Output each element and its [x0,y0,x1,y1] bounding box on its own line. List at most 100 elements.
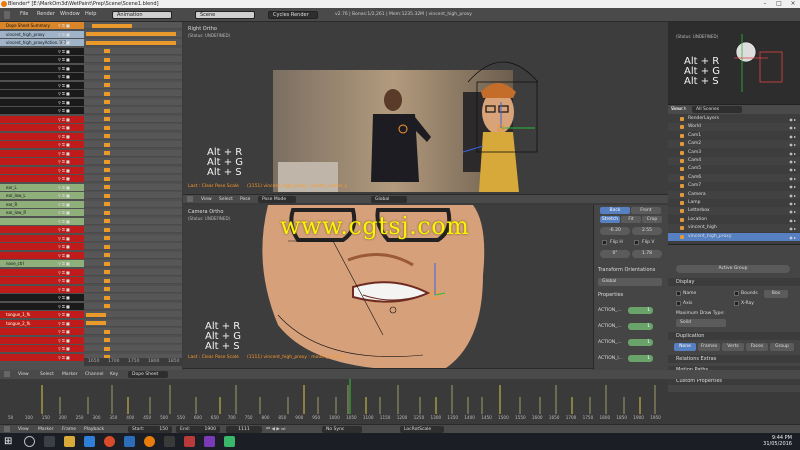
dup-faces-button[interactable]: Faces [746,343,768,351]
chrome-icon[interactable] [104,436,115,447]
editor-type-icon[interactable] [187,196,193,202]
channel-toggle-icons[interactable]: ⚲⚿■ [58,192,84,199]
viewport-camera-small[interactable]: (Status: UNDEFINED) Alt + R Alt + G Alt … [668,22,800,104]
draw-type-select[interactable]: Solid [676,319,726,327]
render-engine-select[interactable]: Cycles Render [268,11,318,19]
outliner-item[interactable]: Lamp ◉ ▸ [668,199,800,207]
end-frame-field[interactable]: End: 1900 [176,426,220,433]
channel-keyframes[interactable] [84,294,182,301]
active-group-field[interactable]: Active Group [676,265,790,273]
channel-toggle-icons[interactable]: ⚲⚿■ [58,320,84,327]
channel-keyframes[interactable] [84,311,182,318]
keyframe-hold-bar[interactable] [104,66,110,70]
dup-frames-button[interactable]: Frames [698,343,720,351]
menu-view[interactable]: View [18,426,29,433]
edge-browser-icon[interactable] [84,436,95,447]
orientation-select[interactable]: Global [598,278,662,286]
channel-keyframes[interactable] [84,175,182,182]
channel-keyframes[interactable] [84,124,182,131]
action-slider[interactable]: 1 [628,307,653,314]
playback-controls[interactable]: ⏮ ◀ ▶ ⏭ [266,426,285,433]
keying-set-select[interactable]: LocRotScale [400,426,444,433]
channel-keyframes[interactable] [84,115,182,123]
channel-keyframes[interactable] [84,209,182,216]
properties-header[interactable]: Properties [598,292,623,298]
task-view-icon[interactable] [44,436,55,447]
keyframe-hold-bar[interactable] [104,74,110,79]
keyframe-hold-bar[interactable] [104,134,110,138]
screen-layout-select[interactable]: Animation [112,11,172,19]
channel-toggle-icons[interactable]: ⚲⚿■ [58,209,84,216]
keyframe-hold-bar[interactable] [104,253,110,257]
dopesheet-mode-select[interactable]: Dope Sheet [128,371,168,378]
channel-keyframes[interactable] [84,260,182,267]
outliner-item[interactable]: vincent_high_proxy ◉ ▸ [668,232,800,242]
channel-keyframes[interactable] [84,345,182,352]
channel-keyframes[interactable] [84,226,182,233]
channel-keyframes[interactable] [84,47,182,55]
outliner-item[interactable]: vincent_high ◉ ▸ [668,224,800,233]
name-checkbox[interactable] [676,291,681,296]
app-icon[interactable] [224,436,235,447]
menu-marker[interactable]: Marker [62,371,78,378]
channel-keyframes[interactable] [84,158,182,165]
editor-type-icon[interactable] [4,371,10,377]
editor-type-icon[interactable] [4,426,10,432]
channel-toggle-icons[interactable]: ⚲⚿■ [58,31,84,38]
channel-keyframes[interactable] [84,268,182,276]
start-frame-field[interactable]: Start: 150 [128,426,172,433]
keyframe-hold-bar[interactable] [104,151,110,155]
visibility-toggle-icon[interactable]: ◉ ▸ [789,234,796,242]
axis-checkbox[interactable] [676,301,681,306]
keyframe-hold-bar[interactable] [104,83,110,87]
app-icon[interactable] [204,436,215,447]
outliner-item[interactable]: Cam2 ◉ ▸ [668,140,800,149]
channel-toggle-icons[interactable]: ⚲⚿■ [58,226,84,233]
crop-button[interactable]: Crop [642,216,662,223]
channel-keyframes[interactable] [84,81,182,89]
transform-orientation-select[interactable]: Global [371,196,407,203]
channel-toggle-icons[interactable]: ⚲⚿■ [58,158,84,165]
menu-select[interactable]: Select [40,371,54,378]
keyframe-hold-bar[interactable] [104,244,110,249]
blender-taskbar-icon[interactable] [144,436,155,447]
channel-toggle-icons[interactable]: ⚲⚿■ [58,252,84,259]
menu-view[interactable]: View [18,371,29,378]
keyframe-hold-bar[interactable] [104,278,110,283]
menu-channel[interactable]: Channel [85,371,103,378]
keyframe-hold-bar[interactable] [104,202,110,206]
keyframe-hold-bar[interactable] [104,329,110,334]
menu-frame[interactable]: Frame [62,426,76,433]
keyframe-hold-bar[interactable] [104,159,110,164]
dup-verts-button[interactable]: Verts [722,343,744,351]
transform-orientations-header[interactable]: Transform Orientations [598,267,655,273]
channel-toggle-icons[interactable]: ⚲⚿■ [58,184,84,191]
keyframe-hold-bar[interactable] [104,125,110,130]
sync-select[interactable]: No Sync [322,426,362,433]
outliner-item[interactable]: Cam3 ◉ ▸ [668,149,800,157]
channel-toggle-icons[interactable]: ⚲⚿■ [58,260,84,267]
keyframe-hold-bar[interactable] [104,91,110,96]
fit-button[interactable]: Fit [621,216,641,223]
menu-playback[interactable]: Playback [84,426,104,433]
duplication-section-header[interactable]: Duplication [668,332,800,340]
mode-select[interactable]: Pose Mode [258,196,296,203]
channel-keyframes[interactable] [84,328,182,335]
channel-keyframes[interactable] [84,149,182,157]
outliner[interactable]: View Search All Scenes RenderLayers ◉ ▸ Wo… [668,104,800,244]
keyframe-hold-bar[interactable] [104,304,110,308]
keyframe-hold-bar[interactable] [104,236,110,240]
channel-keyframes[interactable] [84,132,182,140]
outliner-item[interactable]: World ◉ ▸ [668,123,800,132]
xray-checkbox[interactable] [734,301,739,306]
channel-toggle-icons[interactable]: ⚲⚿■ [58,39,84,46]
dup-group-button[interactable]: Group [770,343,794,351]
channel-toggle-icons[interactable]: ⚲⚿■ [58,269,84,276]
editor-type-icon[interactable] [4,11,10,19]
channel-keyframes[interactable] [84,302,182,310]
app-icon[interactable] [184,436,195,447]
bounds-type-select[interactable]: Box [764,290,788,298]
cortana-search-icon[interactable] [24,436,35,447]
app-icon[interactable] [164,436,175,447]
channel-toggle-icons[interactable]: ⚲⚿■ [58,82,84,89]
